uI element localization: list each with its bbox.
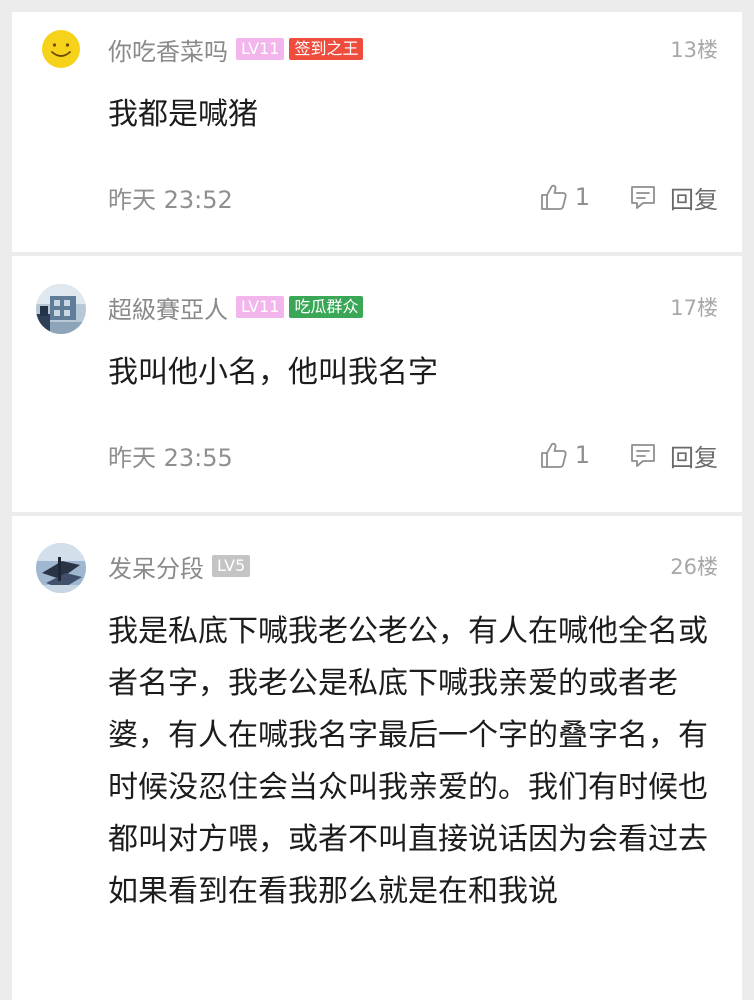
reply-label: 回复	[670, 185, 718, 214]
comment-footer: 昨天 23:55 1 回复	[108, 435, 718, 475]
avatar[interactable]	[36, 24, 86, 74]
floor-number: 17楼	[670, 296, 718, 320]
title-badge: 吃瓜群众	[289, 296, 364, 318]
title-badge: 签到之王	[289, 38, 364, 60]
like-count: 1	[574, 183, 590, 211]
like-button[interactable]: 1	[539, 182, 590, 212]
reply-button[interactable]: 回复	[628, 438, 718, 473]
reply-button[interactable]: 回复	[628, 180, 718, 215]
comment-footer: 昨天 23:52 1 回复	[108, 177, 718, 217]
timestamp: 昨天 23:55	[108, 443, 233, 472]
level-badge: LV5	[212, 555, 251, 577]
comment-header: 超級賽亞人 LV11 吃瓜群众 17楼	[108, 287, 718, 327]
comment-bubble-icon	[631, 444, 655, 467]
photo-avatar-icon	[36, 284, 86, 334]
thumbs-up-icon	[540, 442, 567, 468]
comment-card: 超級賽亞人 LV11 吃瓜群众 17楼 我叫他小名，他叫我名字 昨天 23:55…	[12, 256, 742, 512]
like-button[interactable]: 1	[539, 440, 590, 470]
timestamp: 昨天 23:52	[108, 185, 233, 214]
thumbs-up-icon	[540, 184, 567, 210]
username[interactable]: 超級賽亞人	[108, 290, 228, 325]
floor-number: 13楼	[670, 38, 718, 62]
comment-bubble-icon	[631, 186, 655, 209]
avatar[interactable]	[36, 284, 86, 334]
username[interactable]: 你吃香菜吗	[108, 32, 228, 67]
comment-card: 发呆分段 LV5 26楼 我是私底下喊我老公老公，有人在喊他全名或者名字，我老公…	[12, 516, 742, 1000]
username[interactable]: 发呆分段	[108, 549, 204, 584]
comment-header: 你吃香菜吗 LV11 签到之王 13楼	[108, 29, 718, 69]
smiley-face-icon	[42, 30, 80, 68]
comment-header: 发呆分段 LV5 26楼	[108, 546, 718, 586]
like-count: 1	[574, 441, 590, 469]
comment-text: 我是私底下喊我老公老公，有人在喊他全名或者名字，我老公是私底下喊我亲爱的或者老婆…	[108, 614, 708, 909]
avatar[interactable]	[36, 543, 86, 593]
comment-text: 我叫他小名，他叫我名字	[108, 355, 438, 390]
floor-number: 26楼	[670, 555, 718, 579]
level-badge: LV11	[236, 296, 285, 318]
comment-text: 我都是喊猪	[108, 97, 258, 132]
level-badge: LV11	[236, 38, 285, 60]
photo-avatar-icon	[36, 543, 86, 593]
comment-card: 你吃香菜吗 LV11 签到之王 13楼 我都是喊猪 昨天 23:52 1 回复	[12, 12, 742, 252]
reply-label: 回复	[670, 443, 718, 472]
